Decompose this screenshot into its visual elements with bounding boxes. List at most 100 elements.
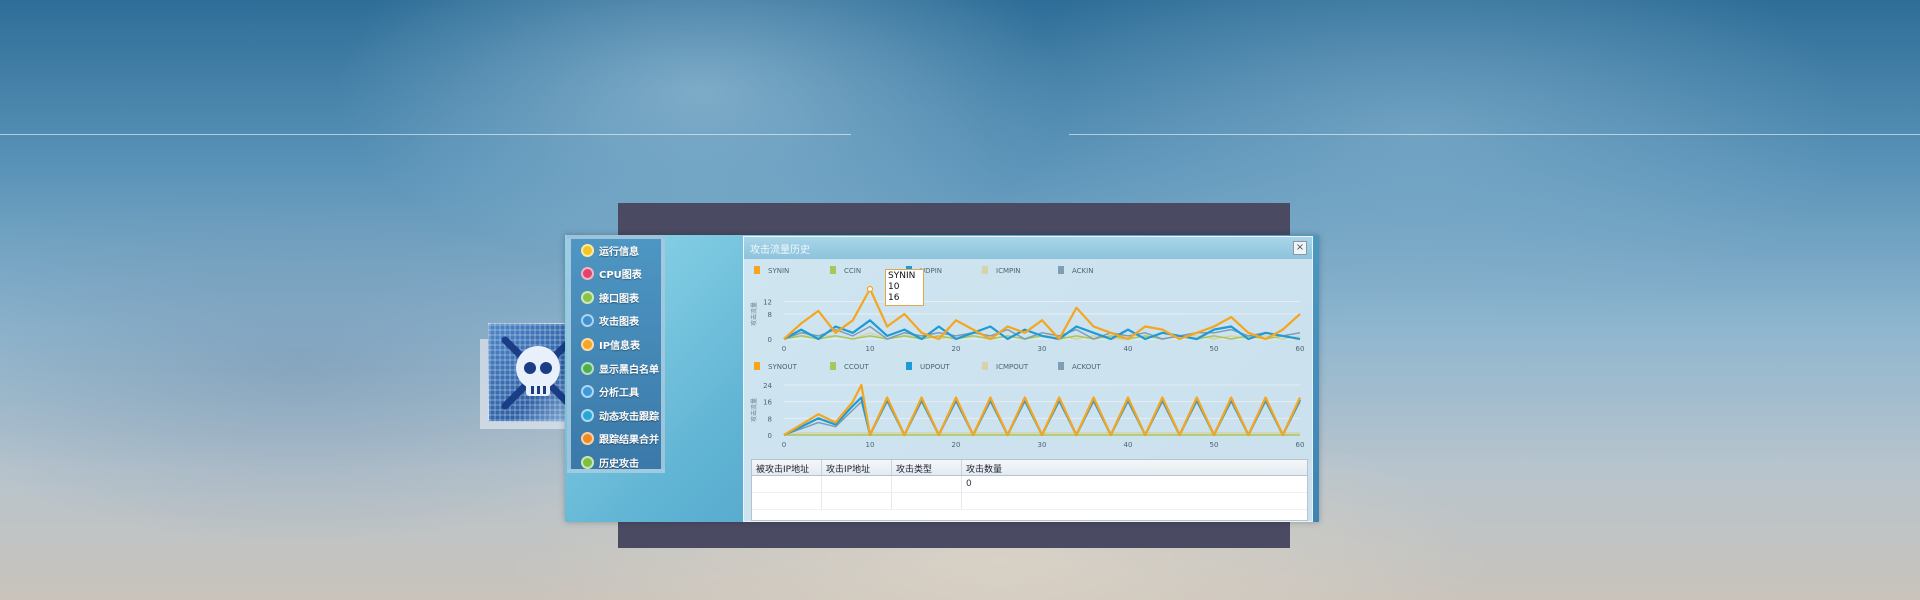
tooltip-y: 16: [888, 293, 900, 303]
legend-label[interactable]: ICMPOUT: [996, 363, 1029, 371]
tooltip-series: SYNIN: [888, 271, 916, 281]
sidebar-item[interactable]: IP信息表: [581, 334, 671, 354]
legend-label[interactable]: ICMPIN: [996, 267, 1021, 275]
sidebar-item-label: CPU图表: [599, 270, 642, 282]
sidebar-item[interactable]: CPU图表: [581, 264, 671, 284]
col-target-ip[interactable]: 被攻击IP地址: [752, 460, 822, 475]
cell-attack-type: [892, 476, 962, 492]
sidebar-item-label: 动态攻击跟踪: [599, 411, 659, 423]
x-tick-label: 20: [952, 441, 961, 447]
y-tick-label: 16: [763, 399, 772, 407]
table-row[interactable]: [752, 493, 1307, 510]
legend-swatch: [982, 266, 988, 274]
sidebar-item[interactable]: 运行信息: [581, 240, 671, 260]
series-line-synout[interactable]: [783, 383, 1301, 437]
sidebar-item[interactable]: 历史攻击: [581, 452, 671, 472]
merge-icon: [581, 432, 594, 446]
x-tick-label: 30: [1038, 441, 1047, 447]
y-tick-label: 8: [768, 311, 772, 319]
sidebar-menu: 运行信息 CPU图表 接口图表 攻击图表 IP信息表 显示黑白名单 分析工具 动态攻击跟踪 跟踪…: [567, 235, 665, 473]
backdrop-top: [618, 203, 1290, 235]
sidebar-item-label: 显示黑白名单: [599, 364, 659, 376]
x-tick-label: 0: [782, 441, 786, 447]
attack-history-panel: 攻击流量历史 × SYNIN CCIN UDPIN ICMPIN ACKIN 12 8 0 0 1…: [743, 236, 1313, 522]
sidebar-item-label: 运行信息: [599, 246, 639, 258]
analysis-tool-icon: [581, 385, 594, 399]
legend-label[interactable]: SYNOUT: [768, 363, 798, 371]
attack-chart-icon: [581, 314, 594, 328]
y-axis-label: 攻击流量: [750, 302, 758, 326]
legend-swatch: [754, 266, 760, 274]
ip-table-icon: [581, 337, 594, 351]
legend-label[interactable]: SYNIN: [768, 267, 789, 275]
legend-swatch: [982, 362, 988, 370]
chart-tooltip: SYNIN 10 16: [885, 269, 924, 306]
tooltip-x: 10: [888, 282, 900, 292]
legend-swatch: [1058, 362, 1064, 370]
sidebar-item[interactable]: 显示黑白名单: [581, 358, 671, 378]
col-attacker-ip[interactable]: 攻击IP地址: [822, 460, 892, 475]
sidebar-item-label: 攻击图表: [599, 317, 639, 329]
inbound-chart: SYNIN CCIN UDPIN ICMPIN ACKIN 12 8 0 0 10 20 30 40 50…: [748, 259, 1308, 351]
backdrop-bottom: [618, 522, 1290, 548]
sidebar-item-label: 分析工具: [599, 388, 639, 400]
col-attack-count[interactable]: 攻击数量: [962, 460, 1307, 475]
legend-swatch: [1058, 266, 1064, 274]
outbound-chart: SYNOUT CCOUT UDPOUT ICMPOUT ACKOUT 24 16 8 0 0 10 2…: [748, 355, 1308, 447]
y-tick-label: 8: [768, 415, 772, 423]
legend-swatch: [830, 362, 836, 370]
outbound-chart-svg: SYNOUT CCOUT UDPOUT ICMPOUT ACKOUT 24 16 8 0 0 10 2…: [750, 362, 1305, 447]
sidebar-item-label: IP信息表: [599, 340, 641, 352]
x-tick-label: 50: [1210, 345, 1219, 351]
x-tick-label: 60: [1296, 441, 1305, 447]
cell-attacker-ip: [822, 493, 892, 509]
x-tick-label: 30: [1038, 345, 1047, 351]
legend-swatch: [754, 362, 760, 370]
panel-title: 攻击流量历史: [750, 245, 810, 256]
y-tick-label: 24: [763, 382, 772, 390]
sidebar-item-label: 跟踪结果合并: [599, 435, 659, 447]
cpu-chart-icon: [581, 267, 594, 281]
legend-label[interactable]: CCIN: [844, 267, 861, 275]
attack-table: 被攻击IP地址 攻击IP地址 攻击类型 攻击数量 0: [751, 459, 1308, 521]
sidebar-item[interactable]: 动态攻击跟踪: [581, 405, 671, 425]
history-icon: [581, 455, 594, 469]
cell-target-ip: [752, 476, 822, 492]
sidebar-item[interactable]: 跟踪结果合并: [581, 429, 671, 449]
inbound-chart-svg: SYNIN CCIN UDPIN ICMPIN ACKIN12800 10 20 30 40 50…: [750, 266, 1305, 351]
table-row[interactable]: 0: [752, 476, 1307, 493]
legend-label[interactable]: ACKOUT: [1072, 363, 1101, 371]
cell-attack-type: [892, 493, 962, 509]
x-tick-label: 60: [1296, 345, 1305, 351]
legend-swatch: [830, 266, 836, 274]
x-tick-label: 40: [1124, 441, 1133, 447]
y-axis-label: 攻击流量: [750, 398, 758, 422]
col-attack-type[interactable]: 攻击类型: [892, 460, 962, 475]
cell-attack-count: 0: [966, 479, 972, 489]
interface-chart-icon: [581, 290, 594, 304]
close-button[interactable]: ×: [1293, 241, 1307, 255]
sidebar-item[interactable]: 分析工具: [581, 382, 671, 402]
cell-attack-count: [962, 493, 1307, 509]
y-tick-label: 0: [768, 336, 772, 344]
tracking-icon: [581, 408, 594, 422]
panel-header: 攻击流量历史 ×: [744, 237, 1312, 259]
y-tick-label: 12: [763, 299, 772, 307]
sidebar-item[interactable]: 攻击图表: [581, 311, 671, 331]
x-tick-label: 10: [866, 441, 875, 447]
x-tick-label: 10: [866, 345, 875, 351]
sidebar-item[interactable]: 接口图表: [581, 287, 671, 307]
cell-attacker-ip: [822, 476, 892, 492]
header-divider-left: [0, 134, 851, 135]
hover-point[interactable]: [866, 285, 874, 293]
legend-label[interactable]: UDPOUT: [920, 363, 950, 371]
table-header: 被攻击IP地址 攻击IP地址 攻击类型 攻击数量: [752, 460, 1307, 476]
y-tick-label: 0: [768, 432, 772, 440]
cell-target-ip: [752, 493, 822, 509]
x-tick-label: 40: [1124, 345, 1133, 351]
legend-label[interactable]: CCOUT: [844, 363, 869, 371]
x-tick-label: 20: [952, 345, 961, 351]
legend-label[interactable]: ACKIN: [1072, 267, 1093, 275]
blacklist-icon: [581, 361, 594, 375]
info-icon: [581, 243, 594, 257]
